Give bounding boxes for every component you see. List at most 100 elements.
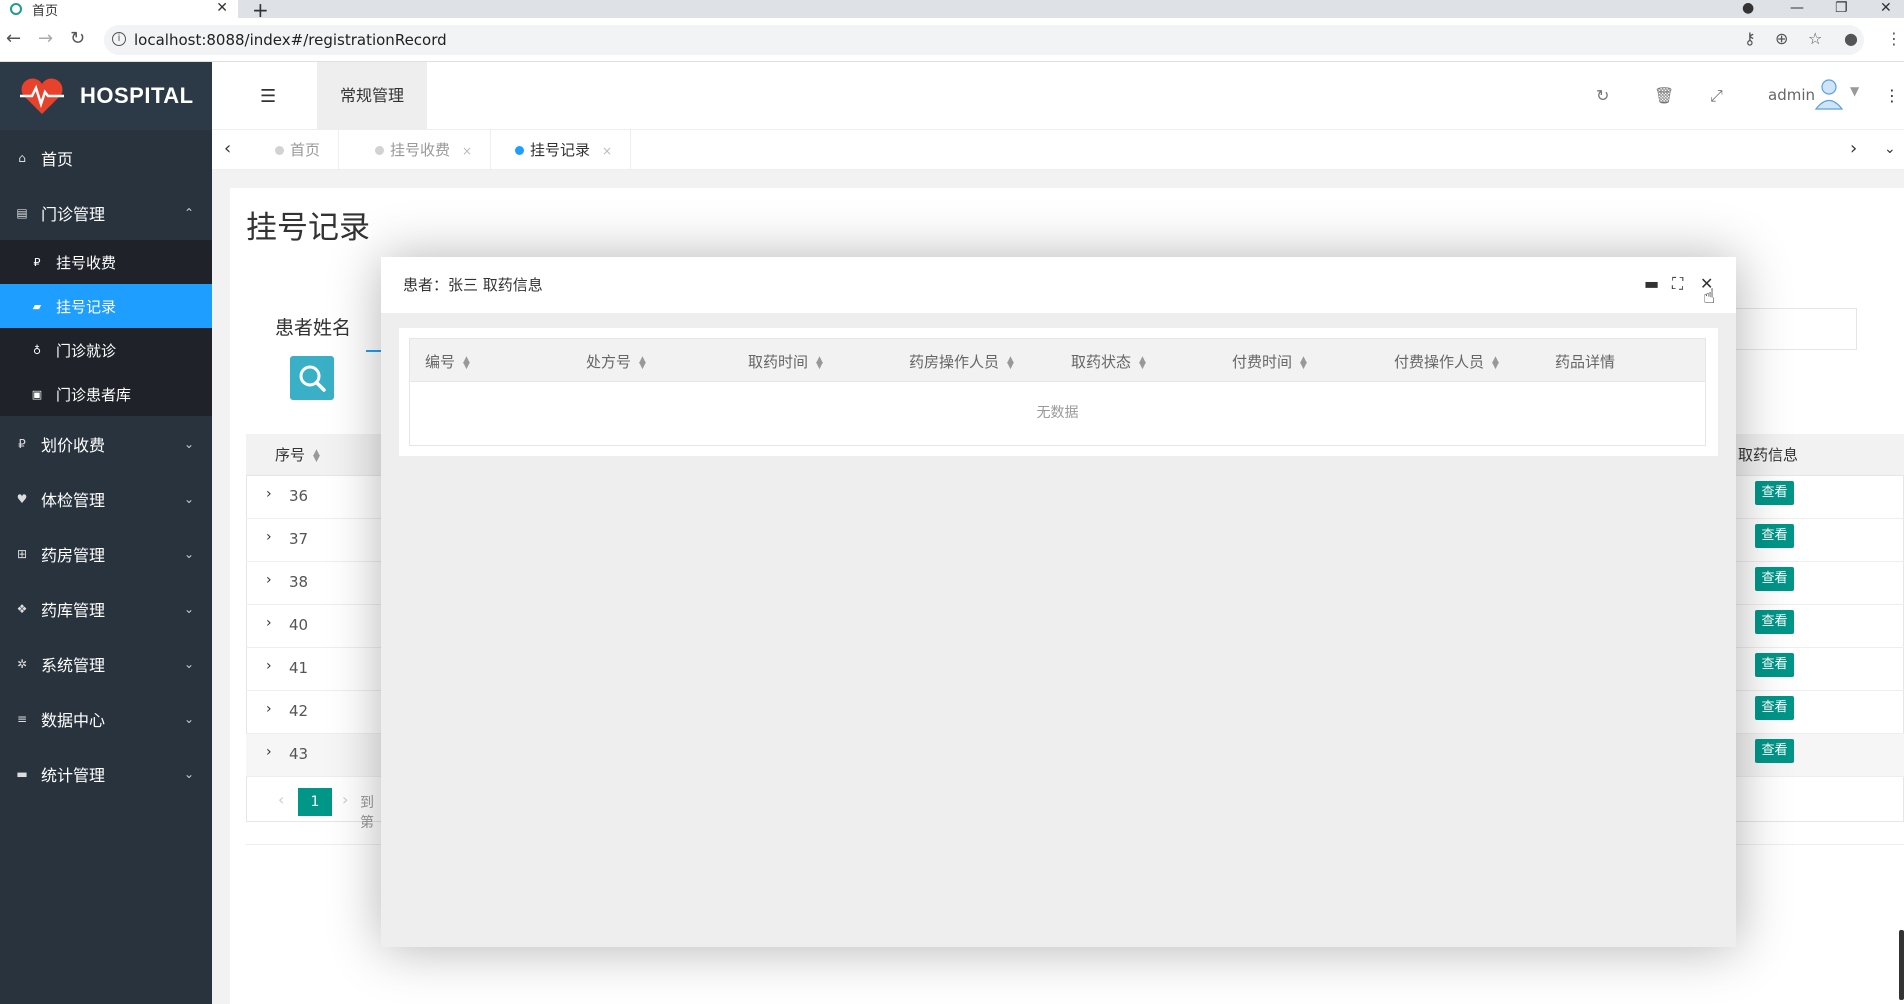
user-dropdown-icon[interactable]: ▼ [1850, 84, 1859, 98]
col-label: 药房操作人员 [909, 353, 1000, 371]
close-tab-icon[interactable]: × [462, 144, 472, 158]
menu-item-drug-warehouse[interactable]: ❖ 药库管理 ⌄ [0, 581, 212, 636]
restore-window-icon[interactable]: ❐ [1835, 0, 1848, 18]
chrome-menu-icon[interactable]: ⋮ [1886, 29, 1902, 48]
search-button[interactable] [290, 356, 334, 400]
menu-item-system[interactable]: ✲ 系统管理 ⌄ [0, 636, 212, 691]
expand-row-icon[interactable]: › [266, 744, 272, 760]
row-seq: 41 [289, 659, 309, 677]
more-icon[interactable]: ⋮ [1884, 86, 1900, 105]
reload-icon[interactable]: ↻ [70, 28, 85, 49]
submenu-item-registration-fee[interactable]: ₽ 挂号收费 [0, 240, 212, 284]
browser-tab[interactable]: 首页 ✕ [0, 0, 238, 19]
sort-icon[interactable]: ▲ ▼ [1139, 355, 1146, 370]
row-seq: 36 [289, 487, 309, 505]
view-button[interactable]: 查看 [1755, 567, 1794, 591]
tabs-dropdown-icon[interactable]: ⌄ [1884, 141, 1896, 157]
maximize-icon[interactable]: ⛶ [1672, 274, 1683, 294]
chevron-down-icon: ⌄ [183, 601, 194, 616]
site-info-icon[interactable]: i [112, 32, 126, 46]
submenu-item-patient-library[interactable]: ▣ 门诊患者库 [0, 372, 212, 416]
submenu-label: 挂号记录 [56, 297, 117, 316]
outpatient-submenu: ₽ 挂号收费 ▰ 挂号记录 ♁ 门诊就诊 ▣ 门诊患者库 [0, 240, 212, 416]
fullscreen-icon[interactable]: ⤢ [1710, 86, 1723, 106]
profile-menu-icon[interactable]: ● [1742, 0, 1754, 18]
expand-row-icon[interactable]: › [266, 615, 272, 631]
header-tab-general[interactable]: 常规管理 [317, 62, 427, 130]
menu-toggle-icon[interactable]: ☰ [260, 86, 276, 107]
key-icon[interactable]: ⚷ [1744, 29, 1756, 48]
scrollbar[interactable] [1899, 930, 1904, 1000]
close-tab-icon[interactable]: ✕ [216, 0, 228, 16]
next-page-icon[interactable]: › [342, 790, 348, 809]
menu-item-pricing[interactable]: ₽ 划价收费 ⌄ [0, 416, 212, 471]
back-icon[interactable]: ← [6, 28, 21, 49]
col-header-id[interactable]: 编号 ▲ ▼ [425, 351, 470, 372]
col-header-pickup-status[interactable]: 取药状态 ▲ ▼ [1071, 351, 1146, 372]
menu-item-data-center[interactable]: ≡ 数据中心 ⌄ [0, 691, 212, 746]
sort-icon[interactable]: ▲ ▼ [1300, 355, 1307, 370]
tab-dot-icon [275, 146, 284, 155]
current-page[interactable]: 1 [298, 788, 332, 816]
page-tabs-bar: ‹ 首页 挂号收费 × 挂号记录 × › ⌄ [212, 130, 1904, 170]
view-button[interactable]: 查看 [1755, 610, 1794, 634]
expand-row-icon[interactable]: › [266, 572, 272, 588]
col-header-pickup-time[interactable]: 取药时间 ▲ ▼ [748, 351, 823, 372]
logo[interactable]: HOSPITAL [0, 62, 212, 130]
username[interactable]: admin [1768, 86, 1815, 104]
forward-icon[interactable]: → [38, 28, 53, 49]
close-window-icon[interactable]: ✕ [1880, 0, 1892, 18]
page-tab-registration-record[interactable]: 挂号记录 × [497, 130, 632, 170]
minimize-window-icon[interactable]: — [1790, 0, 1804, 18]
minimize-icon[interactable]: ▬ [1644, 274, 1659, 293]
menu-item-pharmacy[interactable]: ⊞ 药房管理 ⌄ [0, 526, 212, 581]
close-tab-icon[interactable]: × [602, 144, 612, 158]
sort-icon[interactable]: ▲ ▼ [1007, 355, 1014, 370]
prev-page-icon[interactable]: ‹ [278, 790, 284, 809]
view-button[interactable]: 查看 [1755, 696, 1794, 720]
refresh-icon[interactable]: ↻ [1596, 86, 1609, 105]
expand-row-icon[interactable]: › [266, 486, 272, 502]
menu-item-statistics[interactable]: ▬ 统计管理 ⌄ [0, 746, 212, 801]
menu-label: 数据中心 [41, 710, 106, 730]
view-button[interactable]: 查看 [1755, 739, 1794, 763]
col-header-payment-operator[interactable]: 付费操作人员 ▲ ▼ [1394, 351, 1499, 372]
menu-item-home[interactable]: ⌂ 首页 [0, 130, 212, 185]
sort-icon[interactable]: ▲ ▼ [816, 355, 823, 370]
expand-row-icon[interactable]: › [266, 701, 272, 717]
trash-icon[interactable]: 🗑 [1654, 86, 1674, 105]
logo-text: HOSPITAL [80, 83, 194, 108]
col-header-payment-time[interactable]: 付费时间 ▲ ▼ [1232, 351, 1307, 372]
url-field[interactable]: localhost:8088/index#/registrationRecord [104, 25, 1864, 55]
tabs-scroll-left-icon[interactable]: ‹ [224, 138, 231, 159]
view-button[interactable]: 查看 [1755, 524, 1794, 548]
view-button[interactable]: 查看 [1755, 653, 1794, 677]
sort-icon[interactable]: ▲ ▼ [313, 448, 320, 463]
view-button[interactable]: 查看 [1755, 481, 1794, 505]
page-tab-registration-fee[interactable]: 挂号收费 × [357, 130, 492, 170]
expand-row-icon[interactable]: › [266, 529, 272, 545]
browser-tabstrip: 首页 ✕ + ● — ❐ ✕ [0, 0, 1904, 22]
row-seq: 42 [289, 702, 309, 720]
col-header-pharmacy-operator[interactable]: 药房操作人员 ▲ ▼ [909, 351, 1014, 372]
sort-icon[interactable]: ▲ ▼ [1492, 355, 1499, 370]
submenu-item-registration-record[interactable]: ▰ 挂号记录 [0, 284, 212, 328]
avatar[interactable] [1812, 76, 1846, 110]
bookmark-star-icon[interactable]: ☆ [1808, 29, 1822, 48]
account-icon[interactable]: ● [1844, 29, 1858, 48]
page-tab-home[interactable]: 首页 [257, 130, 340, 170]
sort-icon[interactable]: ▲ ▼ [463, 355, 470, 370]
tabs-scroll-right-icon[interactable]: › [1850, 138, 1857, 159]
col-header-prescription[interactable]: 处方号 ▲ ▼ [586, 351, 646, 372]
medicine-table: 编号 ▲ ▼ 处方号 ▲ ▼ 取药时间 ▲ ▼ 药房操作人员 ▲ ▼ 取药状态 ▲ ▼ 付费时间 ▲ ▼… [409, 338, 1706, 446]
zoom-icon[interactable]: ⊕ [1775, 29, 1788, 48]
submenu-item-outpatient-visit[interactable]: ♁ 门诊就诊 [0, 328, 212, 372]
menu-item-outpatient[interactable]: ▤ 门诊管理 ⌃ [0, 185, 212, 240]
search-input[interactable] [1727, 308, 1857, 350]
chevron-down-icon: ⌄ [183, 546, 194, 561]
chevron-down-icon: ⌄ [183, 436, 194, 451]
sort-icon[interactable]: ▲ ▼ [639, 355, 646, 370]
col-header-seq[interactable]: 序号 ▲ ▼ [275, 444, 320, 465]
menu-item-checkup[interactable]: ♥ 体检管理 ⌄ [0, 471, 212, 526]
expand-row-icon[interactable]: › [266, 658, 272, 674]
